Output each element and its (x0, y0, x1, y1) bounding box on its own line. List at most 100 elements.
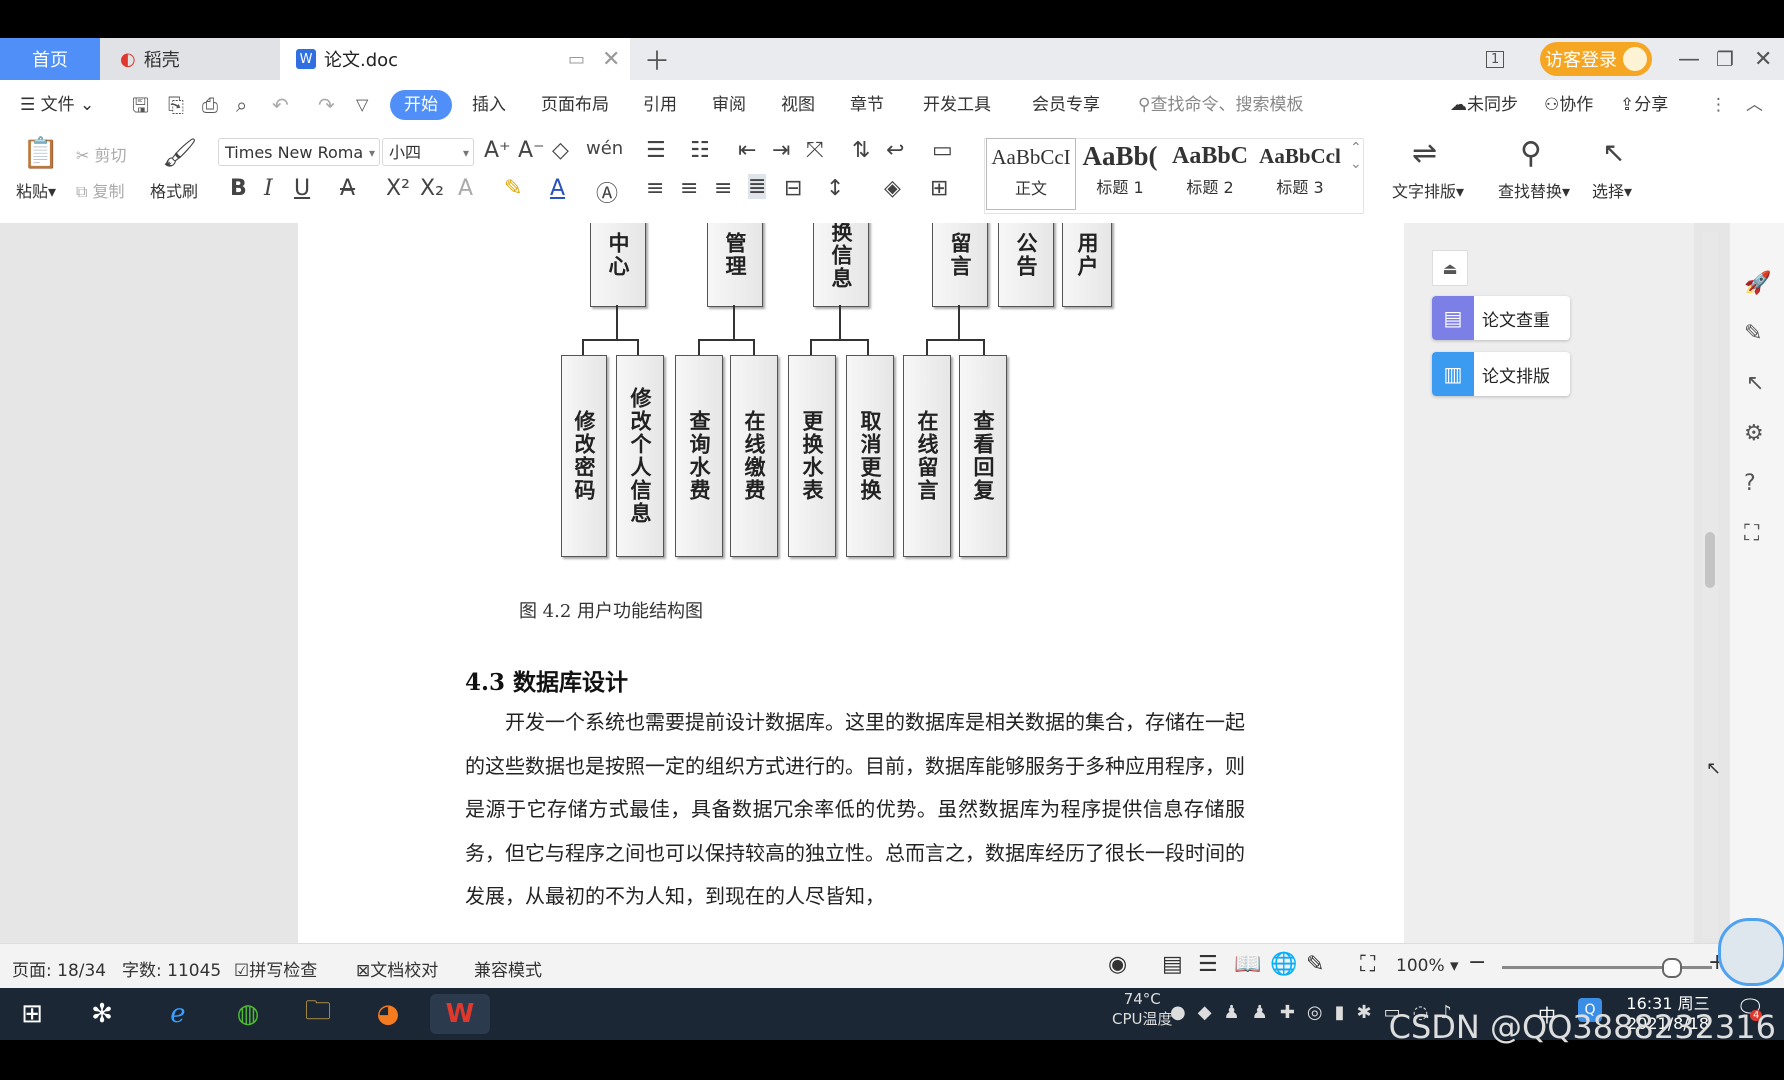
paste-icon[interactable]: 📋 (22, 136, 59, 171)
minimize-icon[interactable]: — (1678, 38, 1700, 80)
menu-references[interactable]: 引用 (643, 90, 677, 120)
help-icon[interactable]: ? (1744, 471, 1756, 496)
format-painter-button[interactable]: 格式刷 (150, 178, 198, 202)
style-heading-2[interactable]: AaBbC 标题 2 (1166, 138, 1254, 208)
paste-button[interactable]: 粘贴▾ (16, 178, 56, 202)
assistant-avatar[interactable] (1718, 918, 1784, 986)
file-menu[interactable]: ☰ 文件 ⌄ (20, 90, 94, 120)
menu-view[interactable]: 视图 (781, 90, 815, 120)
browser-green-icon[interactable]: ◍ (228, 994, 268, 1034)
scrollbar-thumb[interactable] (1705, 532, 1715, 588)
highlight-icon[interactable]: ✎ (504, 176, 522, 201)
share-button[interactable]: ⇪分享 (1620, 90, 1668, 120)
proofread-button[interactable]: ⊠文档校对 (356, 956, 438, 981)
menu-insert[interactable]: 插入 (472, 90, 506, 120)
paper-layout-button[interactable]: ▥ 论文排版 (1432, 352, 1570, 396)
numbering-icon[interactable]: ☷ (690, 138, 710, 163)
word-count[interactable]: 字数: 11045 (122, 956, 221, 981)
underline-icon[interactable]: U (294, 176, 310, 201)
text-layout-icon[interactable]: ⇌ (1412, 136, 1437, 171)
spell-check-button[interactable]: ☑拼写检查 (234, 956, 317, 981)
reading-view-button[interactable]: 📖 (1234, 952, 1261, 977)
style-heading-3[interactable]: AaBbCcl 标题 3 (1256, 138, 1344, 208)
guest-login-button[interactable]: 访客登录 (1540, 42, 1652, 76)
shop-icon[interactable]: ⛶ (1744, 521, 1759, 546)
page-count[interactable]: 页面: 18/34 (12, 956, 106, 981)
font-size-select[interactable]: 小四 ▾ (382, 138, 474, 166)
align-left-icon[interactable]: ≡ (646, 176, 664, 201)
tab-document[interactable]: W 论文.doc ▭ ✕ (280, 38, 630, 80)
file-explorer-icon[interactable]: 🗀 (298, 994, 338, 1034)
export-icon[interactable]: ⎘ (168, 90, 184, 120)
find-replace-button[interactable]: 查找替换▾ (1498, 178, 1570, 202)
tab-daoke[interactable]: ◐ 稻壳 (100, 38, 280, 80)
redo-icon[interactable]: ↷ (318, 90, 335, 120)
find-replace-icon[interactable]: ⚲ (1520, 136, 1542, 171)
ie-browser-icon[interactable]: ℯ (158, 994, 198, 1034)
write-view-button[interactable]: ✎ (1306, 952, 1324, 977)
decrease-indent-icon[interactable]: ⇤ (738, 138, 756, 163)
show-marks-icon[interactable]: ↩ (886, 138, 904, 163)
cpu-temp-widget[interactable]: 74°C CPU温度 (1112, 990, 1173, 1029)
more-icon[interactable]: ⋮ (1710, 90, 1727, 120)
font-color-icon[interactable]: A (550, 176, 565, 201)
line-spacing-icon[interactable]: ↕ (826, 176, 844, 201)
close-tab-icon[interactable]: ✕ (602, 47, 620, 72)
sync-button[interactable]: ☁未同步 (1450, 90, 1518, 120)
style-scroll-icon[interactable]: ⌃ ⌄ (1350, 140, 1362, 172)
clear-format-icon[interactable]: ◇ (552, 138, 569, 163)
align-right-icon[interactable]: ≡ (714, 176, 732, 201)
pinwheel-app-icon[interactable]: ✻ (82, 994, 122, 1034)
shading-icon[interactable]: ◈ (884, 176, 901, 201)
grow-font-icon[interactable]: A⁺ (484, 138, 511, 163)
ruler-icon[interactable]: ▭ (932, 138, 953, 163)
customize-icon[interactable]: ▽ (356, 90, 368, 120)
cut-button[interactable]: ✂ 剪切 (76, 142, 127, 166)
borders-icon[interactable]: ⊞ (930, 176, 948, 201)
collapse-pane-icon[interactable]: ⏏ (1432, 250, 1468, 286)
align-center-icon[interactable]: ≡ (680, 176, 698, 201)
zoom-slider[interactable] (1502, 958, 1712, 978)
app-orange-icon[interactable]: ◕ (368, 994, 408, 1034)
settings-sliders-icon[interactable]: ⚙ (1744, 421, 1764, 446)
menu-dev-tools[interactable]: 开发工具 (923, 90, 991, 120)
document-page[interactable]: 中心 管理 换信息 留言 公告 用户 修改密码 修改个人信息 查询水费 在线缴费… (298, 223, 1404, 943)
distributed-icon[interactable]: ⊟ (784, 176, 802, 201)
bold-icon[interactable]: B (230, 176, 247, 201)
text-effect-icon[interactable]: A (458, 176, 473, 201)
phonetic-icon[interactable]: wén (586, 138, 623, 159)
page-view-icon[interactable]: 1 (1486, 38, 1505, 80)
increase-indent-icon[interactable]: ⇥ (772, 138, 790, 163)
restore-icon[interactable]: ❐ (1716, 38, 1734, 80)
pen-icon[interactable]: ✎ (1744, 321, 1762, 346)
bullets-icon[interactable]: ☰ (646, 138, 666, 163)
menu-start[interactable]: 开始 (390, 90, 452, 120)
pointer-icon[interactable]: ↖ (1746, 371, 1764, 396)
outline-view-button[interactable]: ☰ (1198, 952, 1218, 977)
menu-review[interactable]: 审阅 (712, 90, 746, 120)
justify-icon[interactable]: ≣ (748, 174, 767, 199)
text-layout-button[interactable]: 文字排版▾ (1392, 178, 1464, 202)
zoom-out-button[interactable]: − (1468, 950, 1486, 975)
tab-home[interactable]: 首页 (0, 38, 100, 80)
italic-icon[interactable]: I (264, 176, 273, 201)
superscript-icon[interactable]: X² (386, 176, 410, 201)
windows-start-icon[interactable]: ⊞ (12, 994, 52, 1034)
command-search[interactable]: ⚲查找命令、搜索模板 (1138, 90, 1303, 120)
menu-chapter[interactable]: 章节 (850, 90, 884, 120)
style-heading-1[interactable]: AaBb(标题 1 (1076, 138, 1164, 208)
web-view-button[interactable]: 🌐 (1270, 952, 1297, 977)
close-window-icon[interactable]: ✕ (1754, 38, 1772, 80)
paper-check-button[interactable]: ▤ 论文查重 (1432, 296, 1570, 340)
vertical-scrollbar[interactable] (1702, 232, 1718, 938)
print-icon[interactable]: ⎙ (202, 90, 218, 120)
menu-page-layout[interactable]: 页面布局 (541, 90, 609, 120)
style-normal[interactable]: AaBbCcI 正文 (986, 138, 1076, 210)
shrink-font-icon[interactable]: A⁻ (518, 138, 545, 163)
zoom-level[interactable]: 100% ▾ (1396, 956, 1459, 976)
page-view-button[interactable]: ▤ (1162, 952, 1183, 977)
pin-icon[interactable]: ▭ (568, 49, 585, 70)
chinese-layout-icon[interactable]: ⤧ (806, 138, 824, 163)
save-icon[interactable]: 🖫 (132, 90, 149, 120)
rocket-icon[interactable]: 🚀 (1744, 271, 1771, 296)
